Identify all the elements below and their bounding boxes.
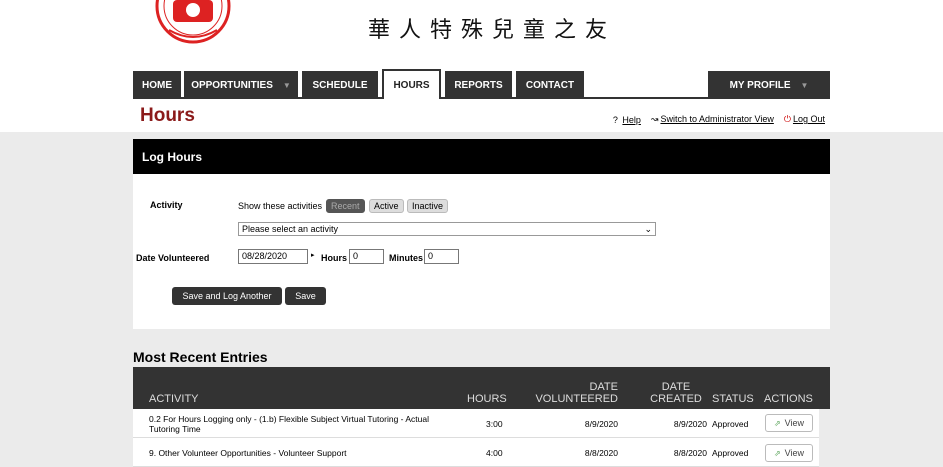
tab-label: CONTACT — [525, 79, 575, 91]
row-date-created: 8/9/2020 — [673, 419, 707, 429]
row-hours: 4:00 — [486, 448, 503, 458]
col-actions: ACTIONS — [764, 393, 813, 405]
help-icon: ? — [612, 114, 618, 125]
col-activity: ACTIVITY — [149, 393, 199, 405]
col-date-volunteered-line2: VOLUNTEERED — [535, 393, 618, 405]
tab-opportunities[interactable]: OPPORTUNITIES ▼ — [184, 71, 298, 99]
chevron-down-icon: ▼ — [282, 80, 291, 90]
tab-home[interactable]: HOME — [133, 71, 181, 99]
tab-label: HOME — [142, 79, 172, 91]
save-and-log-another-button[interactable]: Save and Log Another — [172, 287, 282, 305]
date-volunteered-label: Date Volunteered — [136, 253, 210, 263]
help-link-group: ? Help — [613, 115, 641, 125]
tab-label: REPORTS — [454, 79, 503, 91]
tab-contact[interactable]: CONTACT — [516, 71, 584, 99]
org-logo — [155, 0, 231, 46]
row-status: Approved — [712, 419, 749, 429]
col-status: STATUS — [712, 393, 754, 405]
save-button[interactable]: Save — [285, 287, 326, 305]
page-title: Hours — [140, 105, 195, 126]
main-nav: HOME OPPORTUNITIES ▼ SCHEDULE HOURS REPOR… — [133, 69, 830, 99]
calendar-icon[interactable]: ▸ — [311, 251, 315, 259]
tab-schedule[interactable]: SCHEDULE — [302, 71, 378, 99]
row-date-volunteered: 8/8/2020 — [584, 448, 618, 458]
col-date-created-line1: DATE — [661, 381, 691, 393]
filter-inactive[interactable]: Inactive — [407, 199, 449, 213]
logout-link-group: ⏻ Log Out — [784, 114, 825, 125]
row-activity: 9. Other Volunteer Opportunities - Volun… — [149, 448, 347, 458]
col-date-created-line2: CREATED — [650, 393, 702, 405]
filter-recent[interactable]: Recent — [326, 199, 365, 213]
show-activities-text: Show these activities — [238, 201, 323, 211]
view-button[interactable]: ⇗ View — [765, 444, 813, 462]
external-link-icon: ⇗ — [773, 418, 781, 428]
switch-link-group: ↝ Switch to Administrator View — [651, 114, 774, 125]
switch-icon: ↝ — [650, 114, 659, 124]
panel-title: Log Hours — [133, 139, 830, 174]
view-label: View — [784, 418, 805, 428]
tab-label: MY PROFILE — [729, 79, 791, 91]
log-hours-panel: Log Hours Activity Show these activities… — [133, 139, 830, 329]
external-link-icon: ⇗ — [773, 448, 781, 458]
tab-label: HOURS — [393, 79, 430, 91]
tab-label: OPPORTUNITIES — [191, 79, 273, 91]
view-label: View — [784, 448, 805, 458]
logout-link[interactable]: Log Out — [793, 114, 825, 124]
col-hours: HOURS — [467, 393, 507, 405]
tab-label: SCHEDULE — [312, 79, 368, 91]
col-date-volunteered-line1: DATE — [589, 381, 618, 393]
tab-reports[interactable]: REPORTS — [445, 71, 512, 99]
filter-active[interactable]: Active — [369, 199, 404, 213]
row-date-volunteered: 8/9/2020 — [584, 419, 618, 429]
col-date-created: DATE CREATED — [647, 381, 705, 405]
view-button[interactable]: ⇗ View — [765, 414, 813, 432]
help-link[interactable]: Help — [622, 115, 641, 125]
activity-select[interactable]: Please select an activity ⌄ — [238, 222, 656, 236]
activity-select-value: Please select an activity — [242, 224, 339, 234]
tab-my-profile[interactable]: MY PROFILE ▼ — [708, 71, 830, 99]
col-date-volunteered: DATE VOLUNTEERED — [532, 381, 618, 405]
table-row: 9. Other Volunteer Opportunities - Volun… — [133, 438, 819, 467]
recent-entries-table: ACTIVITY HOURS DATE VOLUNTEERED DATE CRE… — [133, 367, 830, 467]
switch-admin-link[interactable]: Switch to Administrator View — [660, 114, 773, 124]
minutes-label: Minutes — [389, 253, 424, 263]
chevron-down-icon: ▼ — [800, 80, 809, 90]
hours-input[interactable]: 0 — [349, 249, 384, 264]
table-header: ACTIVITY HOURS DATE VOLUNTEERED DATE CRE… — [133, 367, 830, 409]
tab-hours[interactable]: HOURS — [382, 69, 441, 99]
table-row: 0.2 For Hours Logging only - (1.b) Flexi… — [133, 409, 819, 438]
activity-label: Activity — [150, 200, 183, 210]
row-date-created: 8/8/2020 — [673, 448, 707, 458]
power-icon: ⏻ — [783, 114, 791, 124]
org-name: 華人特殊兒童之友 — [368, 18, 617, 43]
hours-label: Hours — [321, 253, 348, 263]
date-input[interactable]: 08/28/2020 — [238, 249, 308, 264]
recent-entries-title: Most Recent Entries — [133, 349, 268, 365]
row-activity: 0.2 For Hours Logging only - (1.b) Flexi… — [149, 414, 430, 434]
chevron-down-icon: ⌄ — [644, 224, 652, 234]
utility-links: ? Help ↝ Switch to Administrator View ⏻ Lo… — [613, 114, 825, 125]
row-hours: 3:00 — [486, 419, 503, 429]
minutes-input[interactable]: 0 — [424, 249, 459, 264]
row-status: Approved — [712, 448, 749, 458]
